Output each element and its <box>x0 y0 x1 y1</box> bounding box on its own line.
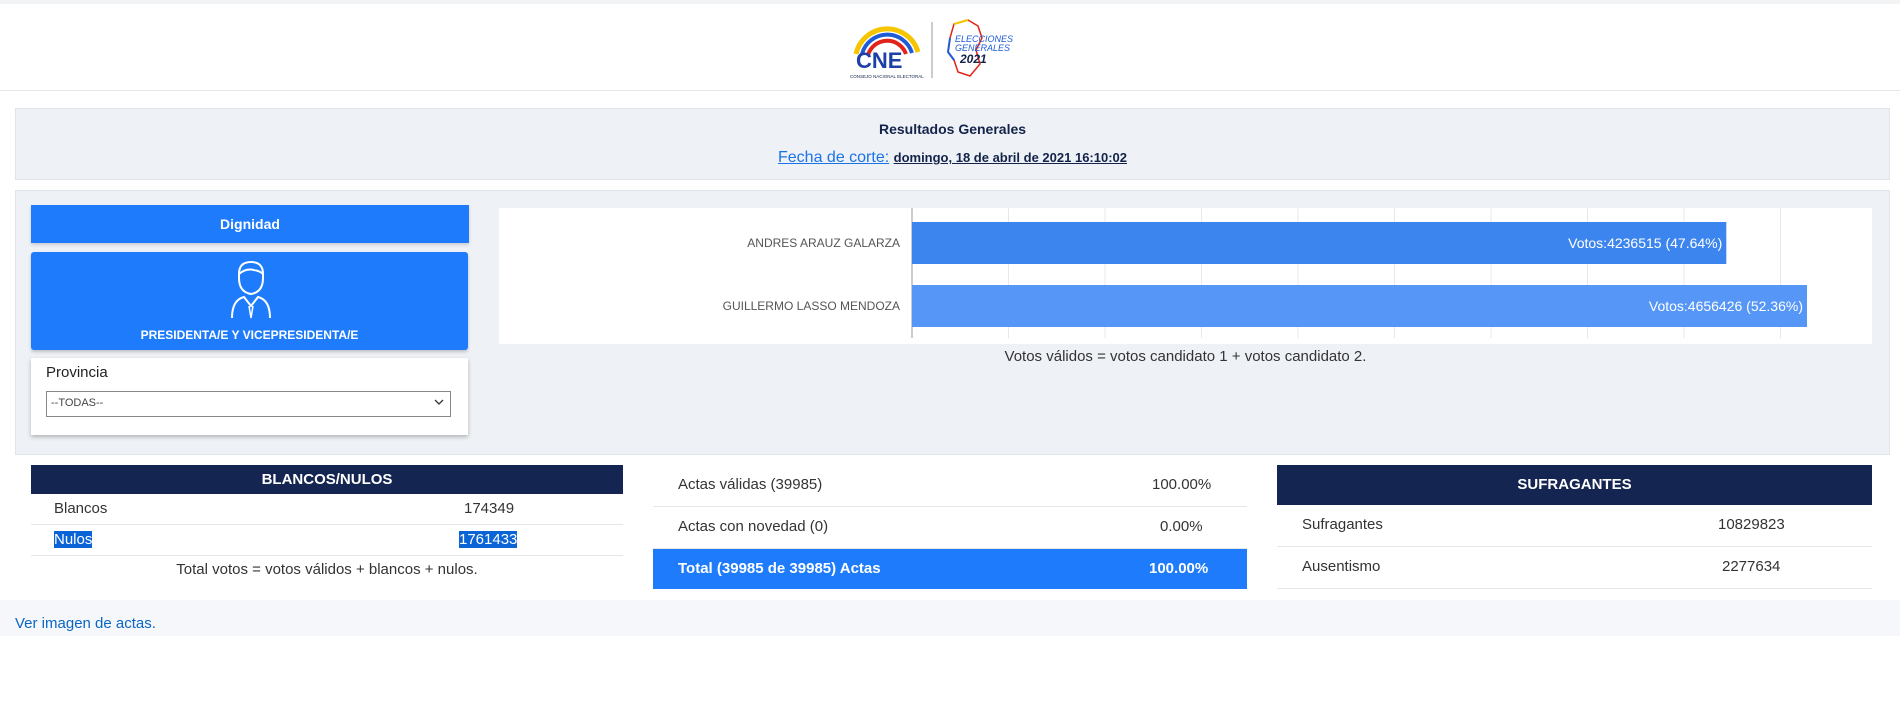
provincia-card: Provincia --TODAS-- <box>31 358 468 435</box>
actas-validas-label: Actas válidas (39985) <box>678 476 823 493</box>
provincia-selected-value: --TODAS-- <box>51 397 104 409</box>
actas-novedad-value: 0.00% <box>1160 518 1203 535</box>
blancos-nulos-header: BLANCOS/NULOS <box>31 465 623 494</box>
page-title: Resultados Generales <box>878 121 1027 137</box>
actas-table: Actas válidas (39985) 100.00% Actas con … <box>653 465 1247 589</box>
sufragantes-value: 10829823 <box>1718 516 1785 533</box>
nulos-label: Nulos <box>54 531 93 548</box>
actas-total-label: Total (39985 de 39985) Actas <box>678 560 881 577</box>
sufragantes-label: Sufragantes <box>1302 516 1383 533</box>
actas-novedad-label: Actas con novedad (0) <box>678 518 829 535</box>
table-row: Blancos 174349 <box>31 494 623 525</box>
logo-cne-text: CNE <box>856 48 902 73</box>
svg-text:CONSEJO NACIONAL ELECTORAL: CONSEJO NACIONAL ELECTORAL <box>850 74 924 79</box>
table-row: Nulos 1761433 <box>31 525 623 556</box>
total-votos-note: Total votos = votos válidos + blancos + … <box>176 561 478 578</box>
blancos-label: Blancos <box>54 500 108 517</box>
chart-note: Votos válidos = votos candidato 1 + voto… <box>1004 348 1367 365</box>
results-panel: Resultados Generales Fecha de corte: dom… <box>15 108 1890 180</box>
fecha-corte-label: Fecha de corte: <box>778 149 890 166</box>
blancos-value: 174349 <box>464 500 515 517</box>
table-row: Sufragantes 10829823 <box>1277 505 1872 547</box>
chart-data-label: Votos:4236515 (47.64%) <box>1568 235 1722 251</box>
ver-imagen-actas-link[interactable]: Ver imagen de actas. <box>15 615 156 632</box>
svg-text:2021: 2021 <box>959 52 987 66</box>
chart-category-label: GUILLERMO LASSO MENDOZA <box>723 299 900 313</box>
chart-category-label: ANDRES ARAUZ GALARZA <box>747 236 900 250</box>
fecha-corte: Fecha de corte: domingo, 18 de abril de … <box>16 149 1889 167</box>
fecha-corte-value: domingo, 18 de abril de 2021 16:10:02 <box>893 150 1127 165</box>
table-row: Actas con novedad (0) 0.00% <box>653 507 1247 549</box>
actas-total-value: 100.00% <box>1149 560 1209 577</box>
table-row: Ausentismo 2277634 <box>1277 547 1872 589</box>
person-icon <box>231 260 271 319</box>
chart-data-label: Votos:4656426 (52.36%) <box>1649 298 1803 314</box>
dignidad-button[interactable]: Dignidad <box>31 205 469 243</box>
table-row: Actas válidas (39985) 100.00% <box>653 465 1247 507</box>
provincia-label: Provincia <box>46 364 108 381</box>
actas-validas-value: 100.00% <box>1152 476 1212 493</box>
provincia-select[interactable]: --TODAS-- <box>46 391 451 417</box>
ausentismo-label: Ausentismo <box>1302 558 1381 575</box>
blancos-nulos-table: BLANCOS/NULOS Blancos 174349 Nulos 17614… <box>31 465 623 587</box>
sufragantes-header: SUFRAGANTES <box>1277 465 1872 505</box>
chevron-down-icon <box>434 399 444 405</box>
ausentismo-value: 2277634 <box>1722 558 1781 575</box>
site-header: CNE CONSEJO NACIONAL ELECTORAL ELECCIONE… <box>0 4 1900 91</box>
sufragantes-table: SUFRAGANTES Sufragantes 10829823 Ausenti… <box>1277 465 1872 589</box>
results-bar-chart: ANDRES ARAUZ GALARZA Votos:4236515 (47.64… <box>723 208 1807 338</box>
presidente-card-label: PRESIDENTA/E Y VICEPRESIDENTA/E <box>140 328 359 342</box>
presidente-card[interactable]: PRESIDENTA/E Y VICEPRESIDENTA/E <box>31 252 468 350</box>
nulos-value: 1761433 <box>459 531 518 548</box>
results-chart: ANDRES ARAUZ GALARZA Votos:4236515 (47.64… <box>499 208 1872 344</box>
cne-elecciones-logo: CNE CONSEJO NACIONAL ELECTORAL ELECCIONE… <box>850 19 1013 79</box>
actas-total-row: Total (39985 de 39985) Actas 100.00% <box>653 549 1247 589</box>
bottom-band <box>0 600 1900 636</box>
